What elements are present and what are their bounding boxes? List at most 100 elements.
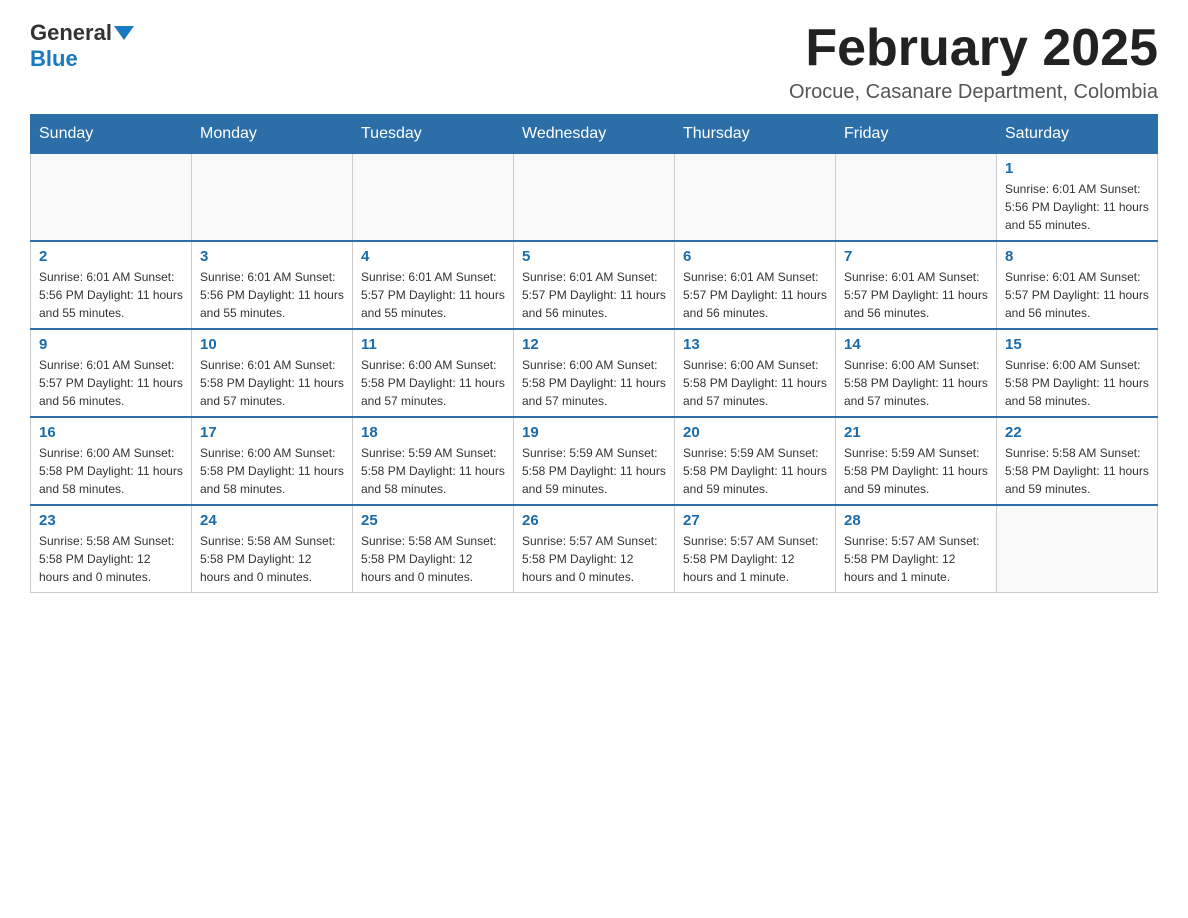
calendar-cell xyxy=(997,505,1158,593)
day-info: Sunrise: 6:01 AM Sunset: 5:56 PM Dayligh… xyxy=(39,268,183,322)
day-number: 1 xyxy=(1005,160,1149,177)
calendar-cell: 7 Sunrise: 6:01 AM Sunset: 5:57 PM Daylig… xyxy=(836,241,997,329)
logo-triangle-icon xyxy=(114,26,134,40)
calendar-cell xyxy=(31,154,192,242)
day-number: 2 xyxy=(39,248,183,265)
day-number: 18 xyxy=(361,424,505,441)
day-number: 16 xyxy=(39,424,183,441)
calendar-cell: 27Sunrise: 5:57 AM Sunset: 5:58 PM Dayli… xyxy=(675,505,836,593)
day-info: Sunrise: 6:00 AM Sunset: 5:58 PM Dayligh… xyxy=(844,356,988,410)
calendar-cell xyxy=(514,154,675,242)
day-info: Sunrise: 5:59 AM Sunset: 5:58 PM Dayligh… xyxy=(361,444,505,498)
day-info: Sunrise: 6:01 AM Sunset: 5:57 PM Dayligh… xyxy=(522,268,666,322)
day-info: Sunrise: 5:58 AM Sunset: 5:58 PM Dayligh… xyxy=(361,532,505,586)
calendar-cell xyxy=(192,154,353,242)
day-info: Sunrise: 6:01 AM Sunset: 5:56 PM Dayligh… xyxy=(1005,180,1149,234)
day-info: Sunrise: 6:01 AM Sunset: 5:56 PM Dayligh… xyxy=(200,268,344,322)
calendar-cell: 19Sunrise: 5:59 AM Sunset: 5:58 PM Dayli… xyxy=(514,417,675,505)
day-info: Sunrise: 6:00 AM Sunset: 5:58 PM Dayligh… xyxy=(522,356,666,410)
day-info: Sunrise: 5:58 AM Sunset: 5:58 PM Dayligh… xyxy=(200,532,344,586)
day-number: 13 xyxy=(683,336,827,353)
day-info: Sunrise: 6:00 AM Sunset: 5:58 PM Dayligh… xyxy=(200,444,344,498)
logo-blue-text: Blue xyxy=(30,46,78,72)
day-info: Sunrise: 6:01 AM Sunset: 5:58 PM Dayligh… xyxy=(200,356,344,410)
calendar-cell: 15 Sunrise: 6:00 AM Sunset: 5:58 PM Dayli… xyxy=(997,329,1158,417)
calendar-cell: 17 Sunrise: 6:00 AM Sunset: 5:58 PM Dayli… xyxy=(192,417,353,505)
day-number: 28 xyxy=(844,512,988,529)
day-info: Sunrise: 6:01 AM Sunset: 5:57 PM Dayligh… xyxy=(844,268,988,322)
day-info: Sunrise: 6:01 AM Sunset: 5:57 PM Dayligh… xyxy=(683,268,827,322)
calendar-header-row: SundayMondayTuesdayWednesdayThursdayFrid… xyxy=(31,115,1158,154)
day-info: Sunrise: 6:01 AM Sunset: 5:57 PM Dayligh… xyxy=(361,268,505,322)
day-number: 9 xyxy=(39,336,183,353)
calendar-cell: 26 Sunrise: 5:57 AM Sunset: 5:58 PM Dayli… xyxy=(514,505,675,593)
title-section: February 2025 Orocue, Casanare Departmen… xyxy=(789,20,1158,104)
weekday-header-saturday: Saturday xyxy=(997,115,1158,154)
calendar-week-row: 16 Sunrise: 6:00 AM Sunset: 5:58 PM Dayli… xyxy=(31,417,1158,505)
calendar-cell: 2 Sunrise: 6:01 AM Sunset: 5:56 PM Daylig… xyxy=(31,241,192,329)
day-number: 22 xyxy=(1005,424,1149,441)
calendar-table: SundayMondayTuesdayWednesdayThursdayFrid… xyxy=(30,114,1158,593)
day-number: 14 xyxy=(844,336,988,353)
day-number: 3 xyxy=(200,248,344,265)
calendar-cell: 6 Sunrise: 6:01 AM Sunset: 5:57 PM Daylig… xyxy=(675,241,836,329)
day-info: Sunrise: 6:00 AM Sunset: 5:58 PM Dayligh… xyxy=(1005,356,1149,410)
calendar-cell: 23 Sunrise: 5:58 AM Sunset: 5:58 PM Dayli… xyxy=(31,505,192,593)
calendar-cell: 3 Sunrise: 6:01 AM Sunset: 5:56 PM Daylig… xyxy=(192,241,353,329)
day-info: Sunrise: 5:57 AM Sunset: 5:58 PM Dayligh… xyxy=(522,532,666,586)
calendar-cell: 28Sunrise: 5:57 AM Sunset: 5:58 PM Dayli… xyxy=(836,505,997,593)
calendar-cell: 1 Sunrise: 6:01 AM Sunset: 5:56 PM Daylig… xyxy=(997,154,1158,242)
calendar-cell: 24 Sunrise: 5:58 AM Sunset: 5:58 PM Dayli… xyxy=(192,505,353,593)
calendar-cell: 8Sunrise: 6:01 AM Sunset: 5:57 PM Daylig… xyxy=(997,241,1158,329)
day-number: 23 xyxy=(39,512,183,529)
page-header: General Blue February 2025 Orocue, Casan… xyxy=(30,20,1158,104)
calendar-cell: 10 Sunrise: 6:01 AM Sunset: 5:58 PM Dayli… xyxy=(192,329,353,417)
day-number: 6 xyxy=(683,248,827,265)
calendar-cell: 12 Sunrise: 6:00 AM Sunset: 5:58 PM Dayli… xyxy=(514,329,675,417)
day-number: 4 xyxy=(361,248,505,265)
day-number: 10 xyxy=(200,336,344,353)
day-number: 5 xyxy=(522,248,666,265)
calendar-cell: 22 Sunrise: 5:58 AM Sunset: 5:58 PM Dayli… xyxy=(997,417,1158,505)
location-subtitle: Orocue, Casanare Department, Colombia xyxy=(789,81,1158,104)
day-number: 12 xyxy=(522,336,666,353)
calendar-cell: 5 Sunrise: 6:01 AM Sunset: 5:57 PM Daylig… xyxy=(514,241,675,329)
weekday-header-sunday: Sunday xyxy=(31,115,192,154)
calendar-week-row: 9 Sunrise: 6:01 AM Sunset: 5:57 PM Daylig… xyxy=(31,329,1158,417)
logo-general-text: General xyxy=(30,20,112,46)
calendar-cell: 16 Sunrise: 6:00 AM Sunset: 5:58 PM Dayli… xyxy=(31,417,192,505)
day-number: 24 xyxy=(200,512,344,529)
month-title: February 2025 xyxy=(789,20,1158,77)
calendar-cell: 11Sunrise: 6:00 AM Sunset: 5:58 PM Dayli… xyxy=(353,329,514,417)
day-number: 26 xyxy=(522,512,666,529)
day-number: 15 xyxy=(1005,336,1149,353)
weekday-header-thursday: Thursday xyxy=(675,115,836,154)
day-number: 8 xyxy=(1005,248,1149,265)
day-info: Sunrise: 6:00 AM Sunset: 5:58 PM Dayligh… xyxy=(39,444,183,498)
calendar-cell: 25 Sunrise: 5:58 AM Sunset: 5:58 PM Dayli… xyxy=(353,505,514,593)
weekday-header-monday: Monday xyxy=(192,115,353,154)
day-info: Sunrise: 6:00 AM Sunset: 5:58 PM Dayligh… xyxy=(683,356,827,410)
day-number: 19 xyxy=(522,424,666,441)
calendar-cell: 14 Sunrise: 6:00 AM Sunset: 5:58 PM Dayli… xyxy=(836,329,997,417)
day-number: 11 xyxy=(361,336,505,353)
calendar-cell xyxy=(836,154,997,242)
day-number: 7 xyxy=(844,248,988,265)
day-info: Sunrise: 5:58 AM Sunset: 5:58 PM Dayligh… xyxy=(1005,444,1149,498)
day-info: Sunrise: 5:59 AM Sunset: 5:58 PM Dayligh… xyxy=(683,444,827,498)
day-info: Sunrise: 6:01 AM Sunset: 5:57 PM Dayligh… xyxy=(39,356,183,410)
day-number: 25 xyxy=(361,512,505,529)
day-number: 17 xyxy=(200,424,344,441)
calendar-cell: 13 Sunrise: 6:00 AM Sunset: 5:58 PM Dayli… xyxy=(675,329,836,417)
weekday-header-friday: Friday xyxy=(836,115,997,154)
weekday-header-wednesday: Wednesday xyxy=(514,115,675,154)
calendar-week-row: 2 Sunrise: 6:01 AM Sunset: 5:56 PM Daylig… xyxy=(31,241,1158,329)
calendar-cell: 21Sunrise: 5:59 AM Sunset: 5:58 PM Dayli… xyxy=(836,417,997,505)
calendar-cell xyxy=(675,154,836,242)
day-number: 27 xyxy=(683,512,827,529)
calendar-week-row: 1 Sunrise: 6:01 AM Sunset: 5:56 PM Daylig… xyxy=(31,154,1158,242)
day-number: 21 xyxy=(844,424,988,441)
calendar-cell: 4 Sunrise: 6:01 AM Sunset: 5:57 PM Daylig… xyxy=(353,241,514,329)
calendar-cell: 20Sunrise: 5:59 AM Sunset: 5:58 PM Dayli… xyxy=(675,417,836,505)
day-info: Sunrise: 5:58 AM Sunset: 5:58 PM Dayligh… xyxy=(39,532,183,586)
